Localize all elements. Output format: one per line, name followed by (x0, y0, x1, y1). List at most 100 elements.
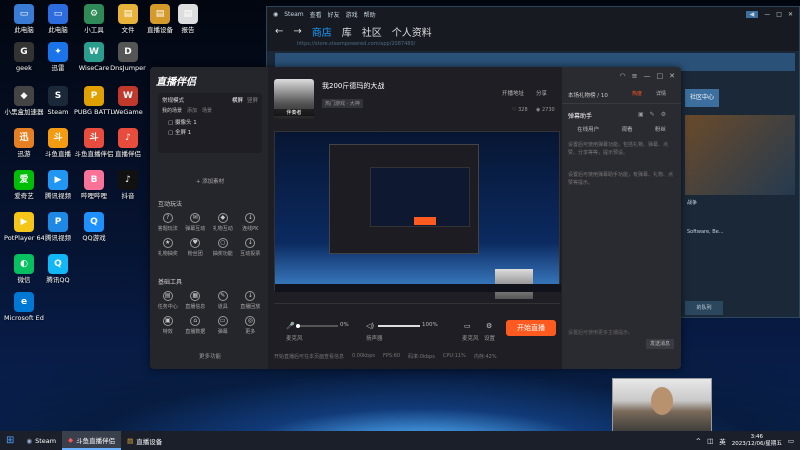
camera-icon[interactable]: ▭ (464, 322, 471, 330)
livestream-app[interactable]: 直播伴侣 常规模式 横屏 竖屏 我的场景 添加 场景 ▢ 摄像头 1 ▢ 全屏 … (150, 67, 681, 369)
interact-7[interactable]: ↓ 互动投票 (239, 238, 261, 257)
desktop-icon-11[interactable]: S Steam (38, 86, 78, 116)
tool-1[interactable]: ▦ 直播信息 (184, 291, 206, 310)
taskbar-app-livestream[interactable]: ◆ 斗鱼直播伴侣 (62, 431, 122, 450)
speaker-icon[interactable]: ◁) (366, 322, 374, 330)
steam-menu-0[interactable]: Steam (284, 11, 303, 18)
back-icon[interactable]: ← (275, 26, 283, 37)
tool-2-label: 道具 (217, 304, 228, 310)
minimize-icon[interactable]: — (644, 72, 651, 80)
steam-menu-3[interactable]: 游戏 (346, 10, 358, 19)
speaker-slider[interactable] (378, 325, 420, 327)
notification-icon[interactable]: ▭ (788, 437, 794, 445)
add-source-button[interactable]: + 添加素材 (158, 177, 262, 185)
desktop-icon-7[interactable]: ✦ 迅雷 (38, 42, 78, 72)
tab-online-users[interactable]: 在线用户 (577, 125, 599, 133)
desktop-icon-13[interactable]: W WeGame (108, 86, 148, 116)
edit-icon[interactable]: ✎ (650, 111, 655, 118)
tab-fans[interactable]: 粉丝 (655, 125, 666, 133)
interact-0[interactable]: ? 答题玩法 (157, 213, 179, 232)
source-item-camera[interactable]: ▢ 摄像头 1 (168, 118, 252, 128)
config-icon[interactable]: ⚙ (661, 111, 666, 118)
gift-rank-title: 本场礼物榜 / 10 (568, 91, 608, 99)
steam-minimize-icon[interactable]: — (764, 11, 770, 18)
nav-store[interactable]: 商店 (312, 24, 332, 39)
mic-slider[interactable] (296, 324, 338, 328)
stream-category[interactable]: 热门游戏 · 大神 (322, 99, 363, 108)
interact-6-label: 抽奖功能 (212, 251, 233, 257)
interact-2[interactable]: ◆ 礼物互动 (212, 213, 234, 232)
steam-maximize-icon[interactable]: □ (776, 11, 782, 18)
tool-3[interactable]: ↓ 直播回放 (239, 291, 261, 310)
detail-link[interactable]: 详情 (656, 90, 666, 97)
stream-preview[interactable]: ▲ (274, 131, 561, 299)
nav-profile[interactable]: 个人资料 (392, 24, 432, 39)
desktop-icon-19[interactable]: ▶ 腾讯视频 (38, 170, 78, 200)
desktop-icon-1[interactable]: ▭ 此电脑 (38, 4, 78, 34)
close-icon[interactable]: ✕ (669, 72, 675, 80)
tab-landscape[interactable]: 横屏 (232, 96, 243, 104)
source-item-screen[interactable]: ▢ 全屏 1 (168, 128, 252, 138)
share-button[interactable]: 分享 (536, 89, 547, 97)
scene-tab-1[interactable]: 添加 (187, 107, 197, 114)
tool-7[interactable]: ◎ 更多 (239, 316, 261, 335)
tray-up-icon[interactable]: ^ (696, 437, 701, 445)
mode-select[interactable]: 常规模式 (162, 96, 184, 104)
steam-notify-button[interactable]: ◀ (745, 10, 759, 18)
tab-portrait[interactable]: 竖屏 (247, 96, 258, 104)
queue-button[interactable]: 的队列 (685, 301, 723, 315)
interact-3[interactable]: ↓ 连线PK (239, 213, 261, 232)
tool-1-label: 直播信息 (185, 304, 206, 310)
nav-library[interactable]: 库 (342, 24, 352, 39)
tool-2[interactable]: ✎ 道具 (212, 291, 234, 310)
interact-6[interactable]: ○ 抽奖功能 (212, 238, 234, 257)
taskbar-app-steam[interactable]: ◉ Steam (20, 431, 62, 450)
desktop-icon-24[interactable]: Q QQ游戏 (74, 212, 114, 242)
mic-label: 麦克风 (286, 336, 303, 342)
desktop-icon-15[interactable]: 斗斗鱼直播 (38, 128, 78, 158)
interact-4[interactable]: ★ 礼物抽奖 (157, 238, 179, 257)
maximize-icon[interactable]: □ (657, 72, 664, 80)
community-hub-button[interactable]: 社区中心 (685, 89, 719, 107)
headset-icon[interactable]: ◠ (620, 72, 626, 80)
desktop-icon-21[interactable]: ♪ 抖音 (108, 170, 148, 200)
desktop-icon-9[interactable]: D DnsJumper (108, 42, 148, 72)
desktop-icon-23[interactable]: P 腾讯视频 (38, 212, 78, 242)
steam-menu-2[interactable]: 好友 (328, 10, 340, 19)
stream-title[interactable]: 我200斤德玛的大战 (322, 81, 384, 91)
scene-tab-0[interactable]: 我的场景 (162, 107, 182, 114)
menu-icon[interactable]: ≡ (632, 72, 638, 80)
mic-slider-handle[interactable] (296, 324, 300, 328)
mic-icon[interactable]: 🎤 (286, 322, 295, 330)
desktop-icon-label: Microsoft Edge (4, 314, 44, 322)
settings-icon[interactable]: ⚙ (486, 322, 492, 330)
stream-address[interactable]: 开播地址 (502, 89, 524, 97)
taskbar-app-folder[interactable]: ▤ 直播设备 (121, 431, 168, 450)
desktop-icon-27[interactable]: e Microsoft Edge (4, 292, 44, 322)
tool-6[interactable]: ▭ 弹幕 (212, 316, 234, 335)
desktop-icon-26[interactable]: Q 腾讯QQ (38, 254, 78, 284)
message-input[interactable]: 设置后可使用更多主播提示。 (568, 329, 633, 336)
nav-community[interactable]: 社区 (362, 24, 382, 39)
start-button[interactable]: ⊞ (0, 431, 20, 450)
clock[interactable]: 3:46 2023/12/06/星期五 (732, 434, 782, 448)
send-button[interactable]: 发送消息 (646, 339, 674, 349)
start-live-button[interactable]: 开始直播 (506, 320, 556, 336)
more-functions-link[interactable]: 更多功能 (158, 352, 262, 360)
tool-4[interactable]: ▣ 特效 (157, 316, 179, 335)
forward-icon[interactable]: → (293, 26, 301, 37)
network-icon[interactable]: ◫ (707, 437, 713, 445)
desktop-icon-17[interactable]: ♪ 直播伴侣 (108, 128, 148, 158)
tool-5[interactable]: ⌂ 直播数据 (184, 316, 206, 335)
tab-watch[interactable]: 观看 (621, 125, 632, 133)
filter-icon[interactable]: ▣ (638, 111, 644, 118)
interact-1[interactable]: ✉ 弹幕互动 (184, 213, 206, 232)
steam-menu-4[interactable]: 帮助 (364, 10, 376, 19)
lang-indicator[interactable]: 英 (719, 436, 726, 446)
steam-close-icon[interactable]: ✕ (788, 11, 793, 18)
scene-tab-2[interactable]: 场景 (202, 107, 212, 114)
tool-0[interactable]: ▤ 任务中心 (157, 291, 179, 310)
desktop-icon-5[interactable]: ▤ 报告 (168, 4, 208, 34)
interact-5[interactable]: ♥ 粉丝团 (184, 238, 206, 257)
steam-menu-1[interactable]: 查看 (310, 10, 322, 19)
